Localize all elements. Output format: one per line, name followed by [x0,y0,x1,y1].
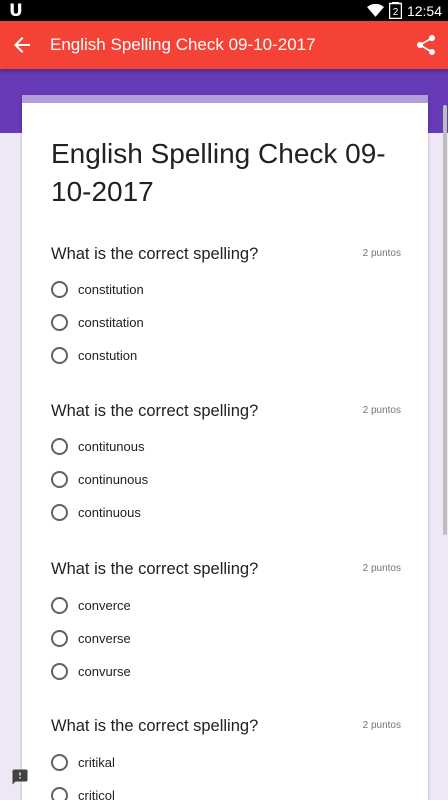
radio-button[interactable] [51,346,68,364]
radio-button[interactable] [51,313,68,331]
form-title: English Spelling Check 09-10-2017 [51,138,386,207]
option-converse[interactable]: converse [51,627,131,649]
back-button[interactable] [10,33,34,57]
radio-button[interactable] [51,596,68,614]
form-card: English Spelling Check 09-10-2017 What i… [22,95,428,800]
option-label: criticol [78,787,115,800]
option-constitation[interactable]: constitation [51,311,144,333]
status-bar: U 2 12:54 [0,0,448,21]
radio-button[interactable] [51,786,68,800]
option-label: converse [78,630,131,646]
option-contitunous[interactable]: contitunous [51,435,145,457]
option-label: convurse [78,663,131,679]
app-bar: English Spelling Check 09-10-2017 [0,21,448,69]
question-points: 2 puntos [362,563,401,574]
option-label: contitunous [78,438,145,454]
option-continuous[interactable]: continuous [51,501,141,523]
question-title: What is the correct spelling? [51,717,259,735]
option-critikal[interactable]: critikal [51,751,115,773]
arrow-back-icon [14,37,30,53]
app-bar-title: English Spelling Check 09-10-2017 [50,35,316,54]
question-points: 2 puntos [362,248,401,259]
radio-button[interactable] [51,280,68,298]
report-feedback-icon [12,769,28,785]
option-label: constution [78,347,138,363]
status-time: 12:54 [406,2,442,19]
question-title: What is the correct spelling? [51,560,259,578]
feedback-button[interactable] [11,768,29,786]
share-icon [417,35,435,55]
scrollbar[interactable] [443,105,447,535]
radio-button[interactable] [51,503,68,521]
battery-level: 2 [393,7,399,18]
radio-button[interactable] [51,753,68,771]
share-button[interactable] [414,33,438,57]
option-label: constitation [78,314,144,330]
question-points: 2 puntos [362,720,401,731]
option-continunous[interactable]: continunous [51,468,148,490]
battery-icon: 2 [388,2,402,19]
option-label: continuous [78,504,141,520]
option-constitution[interactable]: constitution [51,278,144,300]
notification-icon: U [9,1,23,21]
radio-button[interactable] [51,470,68,488]
question-points: 2 puntos [362,405,401,416]
option-label: critikal [78,754,115,770]
option-converce[interactable]: converce [51,594,131,616]
radio-button[interactable] [51,629,68,647]
wifi-icon [366,4,384,17]
option-convurse[interactable]: convurse [51,660,131,682]
option-label: constitution [78,281,144,297]
option-constution[interactable]: constution [51,344,137,366]
option-label: converce [78,597,131,613]
radio-button[interactable] [51,437,68,455]
question-title: What is the correct spelling? [51,245,259,263]
option-criticol[interactable]: criticol [51,784,115,800]
radio-button[interactable] [51,662,68,680]
question-title: What is the correct spelling? [51,402,259,420]
option-label: continunous [78,471,149,487]
